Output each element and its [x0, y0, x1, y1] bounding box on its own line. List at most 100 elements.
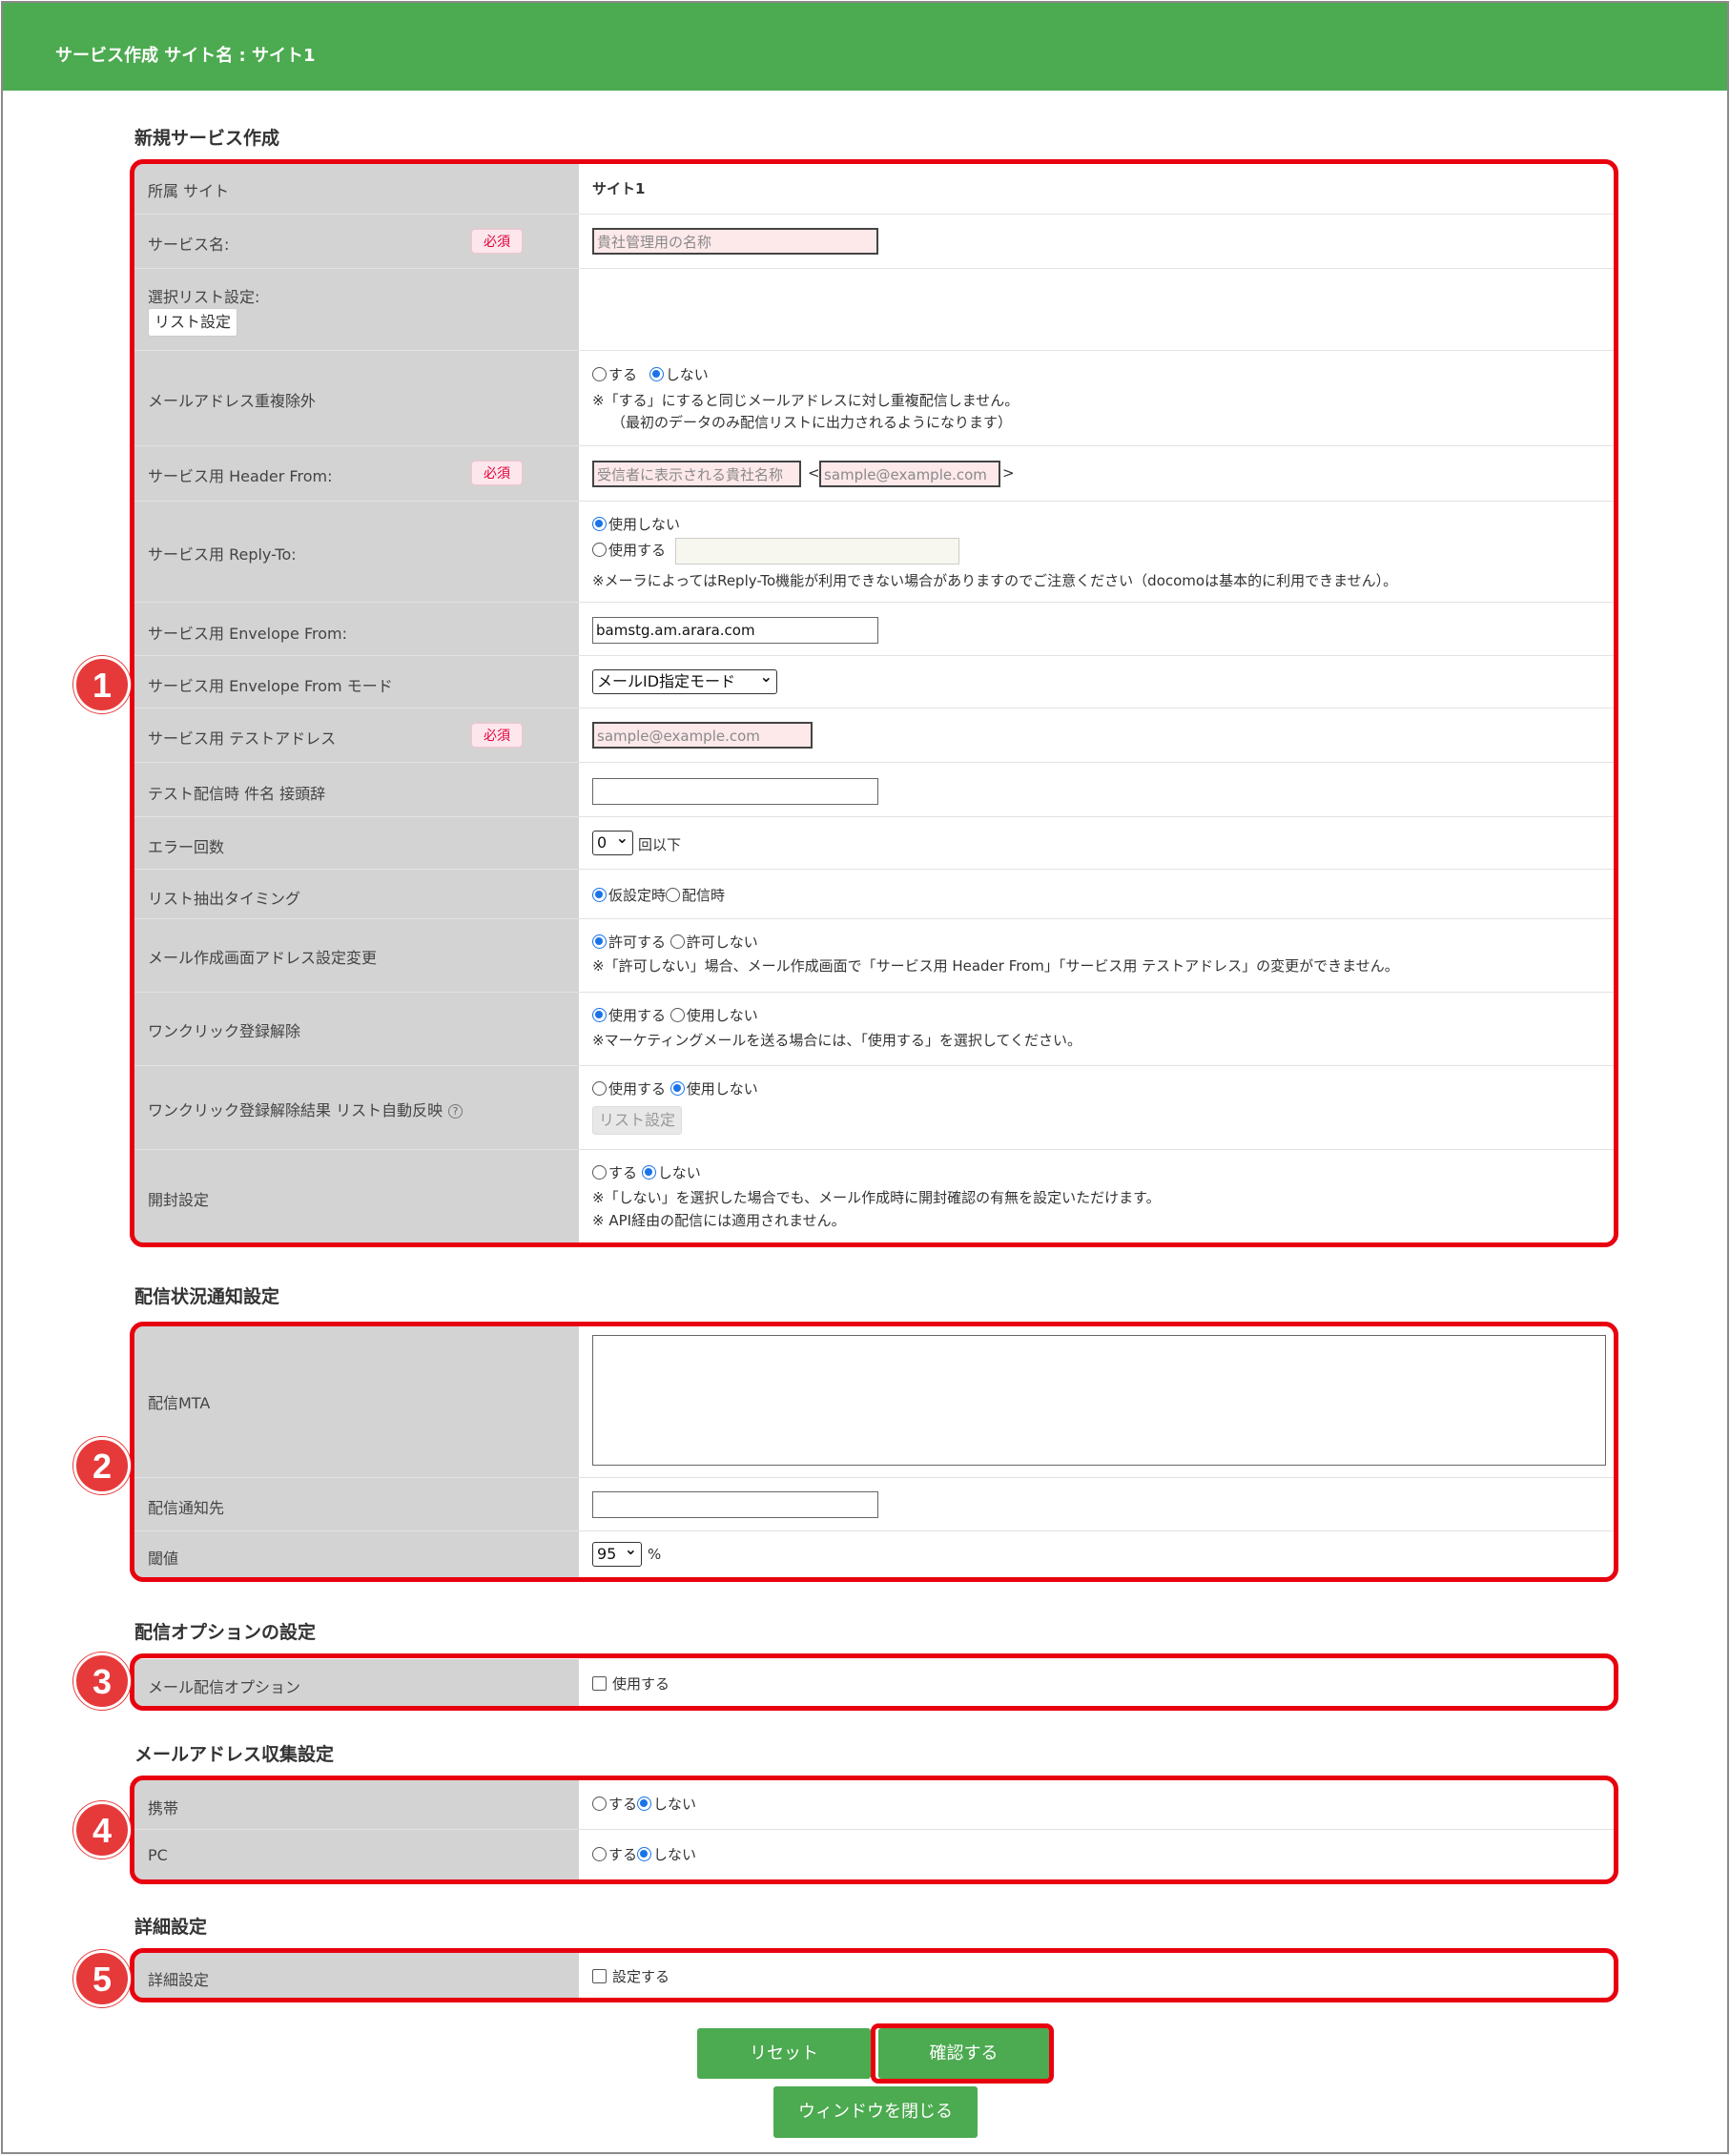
address-change-deny-radio[interactable] — [669, 934, 685, 949]
pc-label: PC — [148, 1846, 168, 1864]
row-dedupe: メールアドレス重複除外 する しない ※「する」にすると同じメールアドレスに対し… — [134, 351, 1614, 446]
extract-timing-b-radio[interactable] — [666, 888, 681, 902]
address-change-allow-label: 許可する — [608, 934, 667, 951]
one-click-result-label: ワンクリック登録解除結果 リスト自動反映 — [148, 1101, 443, 1119]
pc-yes-label: する — [608, 1846, 638, 1863]
mta-label: 配信MTA — [148, 1394, 211, 1412]
help-icon[interactable]: ? — [448, 1104, 463, 1119]
open-tracking-off-label: しない — [657, 1164, 701, 1181]
page-title: サービス作成 サイト名 : サイト1 — [55, 46, 316, 66]
reset-button[interactable]: リセット — [697, 2028, 871, 2079]
mta-textarea[interactable] — [592, 1335, 1606, 1466]
envelope-mode-label: サービス用 Envelope From モード — [148, 677, 393, 695]
close-window-button[interactable]: ウィンドウを閉じる — [773, 2086, 978, 2138]
threshold-suffix: % — [648, 1546, 662, 1563]
one-click-off-radio[interactable] — [669, 1008, 685, 1022]
address-change-note: ※「許可しない」場合、メール作成画面で「サービス用 Header From」「サ… — [592, 957, 1399, 975]
site-label: 所属 サイト — [148, 182, 230, 200]
detail-checkbox[interactable] — [592, 1969, 607, 1983]
page-header: サービス作成 サイト名 : サイト1 — [3, 3, 1727, 91]
test-prefix-input[interactable] — [592, 778, 878, 805]
dedupe-yes-label: する — [608, 366, 638, 383]
one-click-off-label: 使用しない — [686, 1007, 758, 1024]
pc-yes-radio[interactable] — [592, 1847, 607, 1861]
pc-no-radio[interactable] — [637, 1847, 652, 1861]
open-tracking-off-radio[interactable] — [641, 1165, 656, 1180]
row-address-change: メール作成画面アドレス設定変更 許可する 許可しない ※「許可しない」場合、メー… — [134, 919, 1614, 993]
mobile-no-radio[interactable] — [637, 1797, 652, 1811]
open-tracking-note-1: ※「しない」を選択した場合でも、メール作成時に開封確認の有無を設定いただけます。 — [592, 1189, 1161, 1206]
reply-to-note: ※メーラによってはReply-To機能が利用できない場合がありますのでご注意くだ… — [592, 572, 1398, 589]
extract-timing-a-label: 仮設定時 — [608, 887, 667, 904]
envelope-from-input[interactable]: bamstg.am.arara.com — [592, 617, 878, 644]
callout-badge-5: 5 — [73, 1950, 131, 2007]
detail-table: 詳細設定 設定する — [134, 1952, 1614, 2000]
detail-label: 詳細設定 — [148, 1971, 210, 1989]
new-service-table: 所属 サイト サイト1 サービス名: 必須 貴社管理用の名称 選択リスト設定: リ… — [134, 162, 1614, 1243]
threshold-label: 閾値 — [148, 1550, 179, 1568]
mail-option-checkbox[interactable] — [592, 1676, 607, 1691]
row-site: 所属 サイト サイト1 — [134, 162, 1614, 215]
dedupe-no-label: しない — [665, 366, 709, 383]
open-tracking-on-radio[interactable] — [592, 1165, 607, 1180]
list-settings-button[interactable]: リスト設定 — [148, 308, 238, 337]
dedupe-no-radio[interactable] — [649, 367, 664, 381]
extract-timing-b-label: 配信時 — [682, 887, 726, 904]
test-address-input[interactable]: sample@example.com — [592, 722, 813, 749]
error-count-label: エラー回数 — [148, 838, 225, 856]
section-title-delivery-option: 配信オプションの設定 — [134, 1622, 317, 1643]
callout-badge-1: 1 — [73, 656, 131, 713]
address-change-allow-radio[interactable] — [592, 934, 607, 949]
extract-timing-label: リスト抽出タイミング — [148, 890, 301, 908]
address-change-deny-label: 許可しない — [686, 934, 758, 951]
threshold-select[interactable]: 95 — [592, 1538, 642, 1567]
section-title-detail: 詳細設定 — [134, 1917, 208, 1938]
section-title-delivery-notify: 配信状況通知設定 — [134, 1286, 280, 1307]
test-prefix-label: テスト配信時 件名 接頭辞 — [148, 785, 326, 803]
one-click-result-on-radio[interactable] — [592, 1081, 607, 1096]
one-click-note: ※マーケティングメールを送る場合には、「使用する」を選択してください。 — [592, 1032, 1081, 1049]
row-threshold: 閾値 95 % — [134, 1531, 1614, 1577]
callout-badge-4: 4 — [73, 1801, 131, 1858]
mail-option-label: メール配信オプション — [148, 1678, 301, 1696]
row-envelope-mode: サービス用 Envelope From モード メールID指定モード — [134, 656, 1614, 708]
service-name-label: サービス名: — [148, 236, 230, 254]
one-click-on-radio[interactable] — [592, 1008, 607, 1022]
row-header-from: サービス用 Header From: 必須 受信者に表示される貴社名称 < sam… — [134, 446, 1614, 502]
error-count-select[interactable]: 0 — [592, 827, 633, 855]
notify-to-input[interactable] — [592, 1491, 878, 1518]
service-name-input[interactable]: 貴社管理用の名称 — [592, 228, 878, 255]
row-detail: 詳細設定 設定する — [134, 1952, 1614, 2000]
delivery-notify-table: 配信MTA 配信通知先 閾値 95 % — [134, 1325, 1614, 1577]
extract-timing-a-radio[interactable] — [592, 888, 607, 902]
one-click-result-list-button[interactable]: リスト設定 — [592, 1106, 683, 1135]
reply-to-input[interactable] — [675, 538, 959, 565]
address-collect-table: 携帯 する しない PC する しない — [134, 1779, 1614, 1880]
row-pc: PC する しない — [134, 1830, 1614, 1880]
dedupe-yes-radio[interactable] — [592, 367, 607, 381]
reply-to-label: サービス用 Reply-To: — [148, 545, 297, 564]
list-settings-label: 選択リスト設定: — [148, 288, 260, 306]
section-title-address-collect: メールアドレス収集設定 — [134, 1744, 335, 1765]
dedupe-note-1: ※「する」にすると同じメールアドレスに対し重複配信しません。 — [592, 392, 1019, 409]
reply-to-on-radio[interactable] — [592, 543, 607, 557]
row-test-prefix: テスト配信時 件名 接頭辞 — [134, 763, 1614, 817]
row-envelope-from: サービス用 Envelope From: bamstg.am.arara.com — [134, 603, 1614, 656]
confirm-button[interactable]: 確認する — [878, 2028, 1049, 2079]
header-from-address-input[interactable]: sample@example.com — [819, 461, 1000, 487]
mobile-yes-radio[interactable] — [592, 1797, 607, 1811]
row-list-settings: 選択リスト設定: リスト設定 — [134, 269, 1614, 351]
pc-no-label: しない — [653, 1846, 697, 1863]
envelope-mode-select[interactable]: メールID指定モード — [592, 666, 777, 694]
row-open-tracking: 開封設定 する しない ※「しない」を選択した場合でも、メール作成時に開封確認の… — [134, 1150, 1614, 1243]
test-address-label: サービス用 テストアドレス — [148, 729, 337, 748]
row-mobile: 携帯 する しない — [134, 1779, 1614, 1830]
detail-checkbox-label: 設定する — [612, 1968, 670, 1985]
required-badge: 必須 — [471, 461, 523, 485]
reply-to-off-label: 使用しない — [608, 516, 681, 533]
row-error-count: エラー回数 0 回以下 — [134, 817, 1614, 870]
header-from-name-input[interactable]: 受信者に表示される貴社名称 — [592, 461, 801, 487]
reply-to-off-radio[interactable] — [592, 517, 607, 531]
row-reply-to: サービス用 Reply-To: 使用しない 使用する ※メーラによってはRepl… — [134, 502, 1614, 603]
one-click-result-off-radio[interactable] — [669, 1081, 685, 1096]
